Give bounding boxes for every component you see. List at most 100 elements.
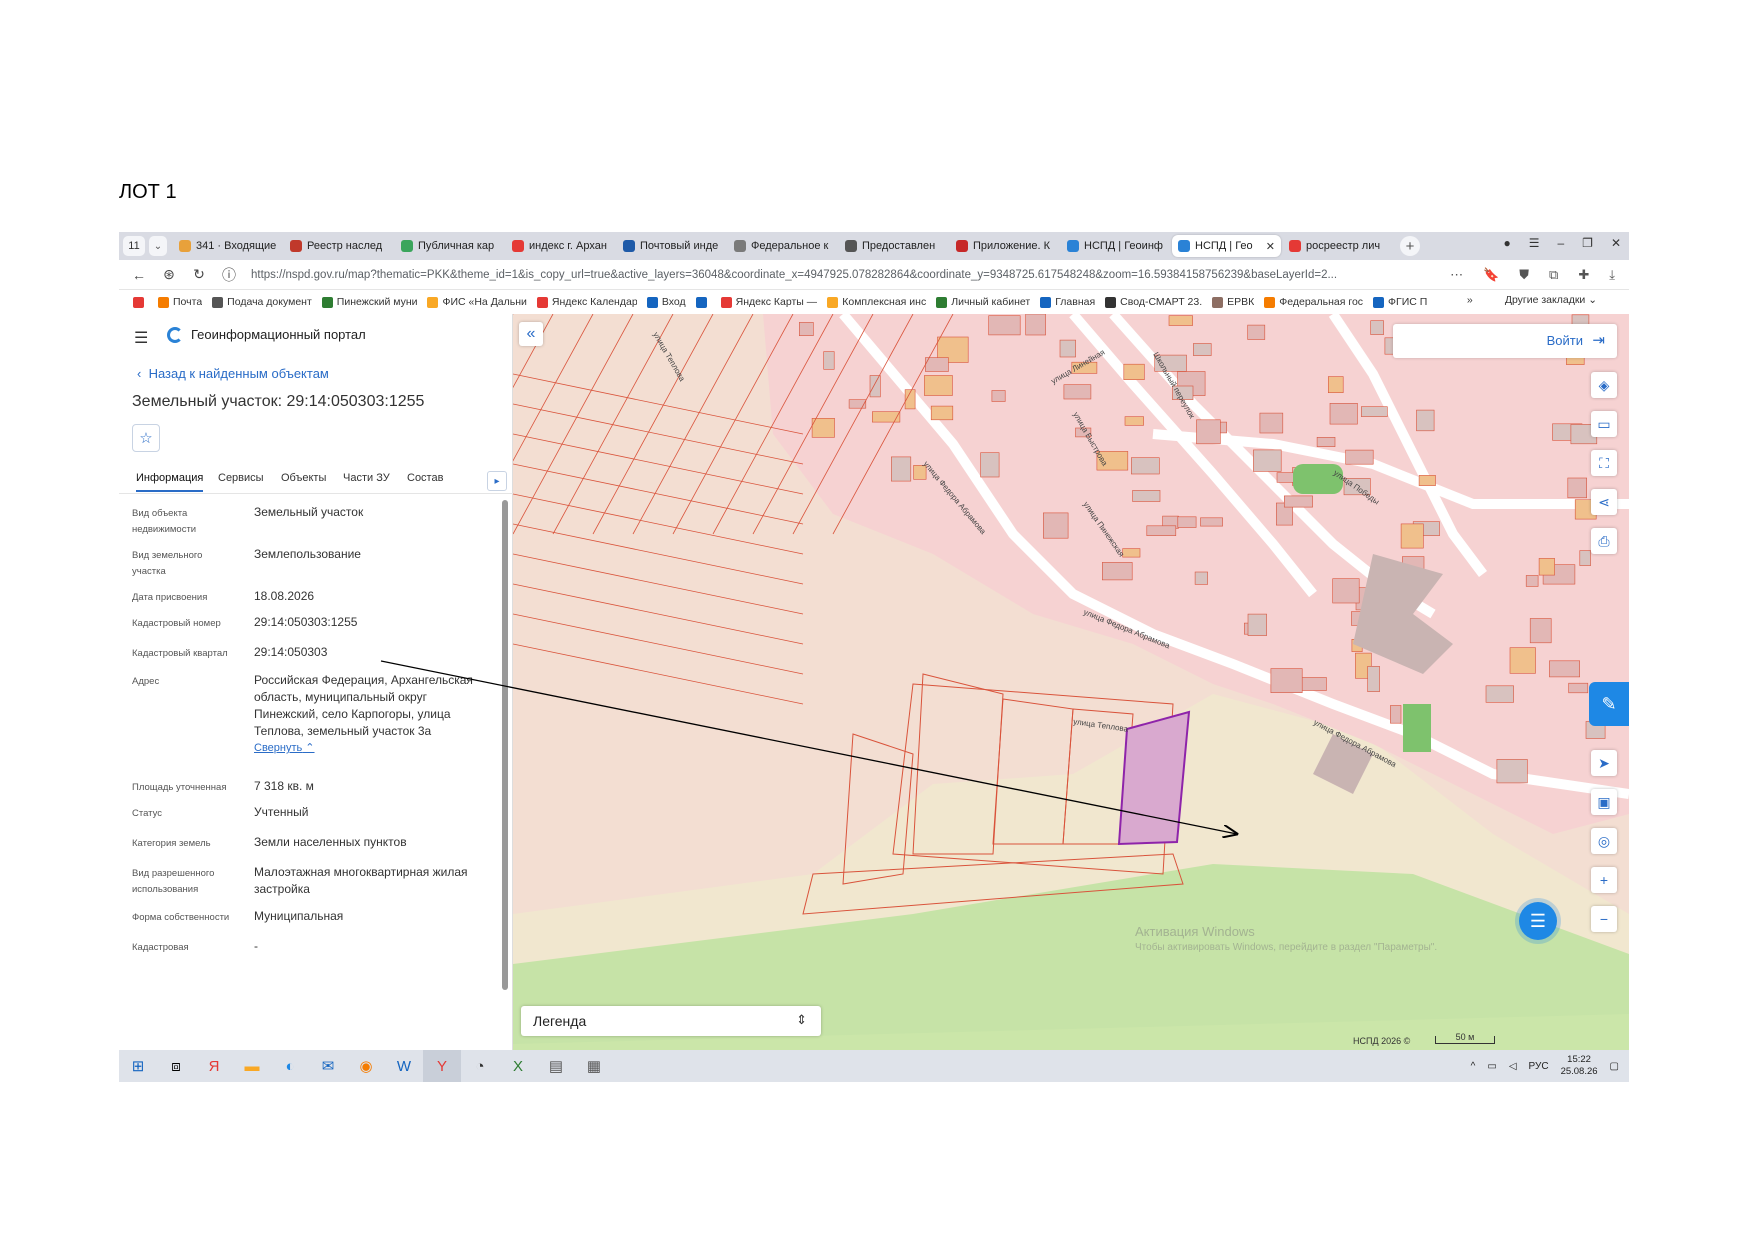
bookmark-item[interactable] (695, 296, 711, 308)
browser-tab[interactable]: НСПД | Геоинф (1061, 235, 1170, 257)
bookmark-item[interactable]: Личный кабинет (936, 296, 1030, 308)
puzzle-icon[interactable]: ✚ (1578, 267, 1589, 283)
yandex-browser-icon[interactable]: Y (423, 1050, 461, 1082)
chat-icon[interactable]: ☰ (1519, 902, 1557, 940)
login-icon[interactable]: ⇥ (1592, 331, 1605, 349)
yandex-icon[interactable]: Я (195, 1050, 233, 1082)
notifications-icon[interactable]: ▢ (1610, 1061, 1619, 1072)
bookmark-item[interactable]: Федеральная гос (1264, 296, 1363, 308)
tab-objects[interactable]: Объекты (281, 472, 326, 484)
tab-close-icon[interactable]: ✕ (1266, 240, 1275, 253)
login-box[interactable]: Войти ⇥ (1393, 324, 1617, 358)
bookmark-item[interactable]: ФГИС П (1373, 296, 1427, 308)
bookmark-item[interactable]: ЕРВК (1212, 296, 1254, 308)
chevron-updown-icon[interactable]: ⇕ (796, 1012, 807, 1028)
layers-icon[interactable]: ◈ (1591, 372, 1617, 398)
word-icon[interactable]: W (385, 1050, 423, 1082)
cadastral-map[interactable]: улица Тепловаулица Федора Абрамоваулица … (513, 314, 1629, 1050)
bookmark-item[interactable]: Главная (1040, 296, 1095, 308)
edge-icon[interactable]: ◐ (271, 1050, 309, 1082)
tray-chevron-icon[interactable]: ^ (1471, 1061, 1476, 1072)
browser-tab[interactable]: Федеральное к (728, 235, 837, 257)
mail-icon[interactable]: ✉ (309, 1050, 347, 1082)
minimap-icon[interactable]: ▣ (1591, 789, 1617, 815)
url-field[interactable]: https://nspd.gov.ru/map?thematic=PKK&the… (251, 269, 1401, 281)
more-icon[interactable]: ⋯ (1450, 267, 1463, 283)
browser-tab[interactable]: НСПД | Гео ✕ (1172, 235, 1281, 257)
file-explorer-icon[interactable]: ▬ (233, 1050, 271, 1082)
app-icon[interactable]: ◔ (461, 1050, 499, 1082)
tab-list-dropdown-icon[interactable]: ⌄ (149, 236, 167, 256)
clock[interactable]: 15:22 25.08.26 (1561, 1054, 1598, 1078)
bookmark-item[interactable]: Подача документ (212, 296, 312, 308)
back-arrow-icon[interactable]: ← (131, 267, 147, 283)
task-view-icon[interactable]: ⧈ (157, 1050, 195, 1082)
panel-scrollbar[interactable] (501, 492, 509, 1048)
share-icon[interactable]: ⋖ (1591, 489, 1617, 515)
bookmark-item[interactable] (133, 296, 148, 308)
close-window-icon[interactable]: ✕ (1611, 236, 1621, 250)
bookmarks-more[interactable]: » (1467, 294, 1473, 306)
browser-tab[interactable]: 341 · Входящие (173, 235, 282, 257)
other-bookmarks-label[interactable]: Другие закладки (1505, 294, 1585, 306)
geolocation-icon[interactable]: ◎ (1591, 828, 1617, 854)
document-icon[interactable]: ▤ (537, 1050, 575, 1082)
minimize-icon[interactable]: – (1557, 236, 1564, 250)
favorite-star-icon[interactable]: ☆ (132, 424, 160, 452)
collapse-address-link[interactable]: Свернуть ⌃ (254, 740, 474, 757)
bookmark-item[interactable]: Яндекс Календар (536, 296, 637, 308)
chevron-up-icon[interactable]: ⌃ (302, 742, 314, 754)
extension-icon[interactable]: ⧉ (1549, 267, 1558, 283)
tab-info[interactable]: Информация (136, 472, 204, 492)
tab-count-badge[interactable]: 11 (123, 236, 145, 256)
bookmark-item[interactable]: Почта (158, 296, 202, 308)
excel-icon[interactable]: X (499, 1050, 537, 1082)
browser-tab[interactable]: росреестр лич (1283, 235, 1392, 257)
browser-tab[interactable]: Почтовый инде (617, 235, 726, 257)
restore-icon[interactable]: ❐ (1582, 236, 1593, 250)
browser-tab[interactable]: Предоставлен (839, 235, 948, 257)
firefox-icon[interactable]: ◉ (347, 1050, 385, 1082)
reload-icon[interactable]: ↻ (191, 266, 207, 283)
tab-parts[interactable]: Части ЗУ (343, 472, 390, 484)
image-viewer-icon[interactable]: ▦ (575, 1050, 613, 1082)
bookmark-icon[interactable]: 🔖 (1483, 267, 1499, 283)
browser-tab[interactable]: Реестр наслед (284, 235, 393, 257)
language-indicator[interactable]: РУС (1529, 1061, 1549, 1072)
bookmark-item[interactable]: Пинежский муни (321, 296, 417, 308)
locate-icon[interactable]: ➤ (1591, 750, 1617, 776)
bookmark-item[interactable]: Комплексная инс (827, 296, 926, 308)
zoom-in-icon[interactable]: + (1591, 867, 1617, 893)
legend-dropdown[interactable]: Легенда ⇕ (521, 1006, 821, 1036)
browser-tab[interactable]: Публичная кар (395, 235, 504, 257)
map-view[interactable]: улица Теплова улица Федора Абрамова улица … (513, 314, 1629, 1050)
volume-icon[interactable]: ◁ (1509, 1061, 1517, 1072)
browser-tab[interactable]: индекс г. Архан (506, 235, 615, 257)
zoom-out-icon[interactable]: − (1591, 906, 1617, 932)
ruler-icon[interactable]: ▭ (1591, 411, 1617, 437)
hamburger-menu-icon[interactable]: ☰ (134, 328, 148, 348)
print-icon[interactable]: ⎙ (1591, 528, 1617, 554)
select-area-icon[interactable]: ⛶ (1591, 450, 1617, 476)
profile-icon[interactable]: ● (1503, 236, 1510, 250)
browser-tab[interactable]: Приложение. К (950, 235, 1059, 257)
bookmark-item[interactable]: Яндекс Карты — (720, 296, 817, 308)
new-tab-button[interactable]: + (1400, 236, 1420, 256)
network-icon[interactable]: ▭ (1487, 1061, 1496, 1072)
back-to-results-link[interactable]: ‹ Назад к найденным объектам (137, 366, 329, 381)
back-link-label[interactable]: Назад к найденным объектам (149, 366, 329, 381)
shield-icon[interactable]: ⛊ (1519, 267, 1529, 283)
login-button[interactable]: Войти (1547, 333, 1583, 348)
site-info-icon[interactable]: ⓘ (221, 265, 237, 285)
bookmark-item[interactable]: Вход (646, 296, 686, 308)
menu-icon[interactable]: ☰ (1529, 236, 1540, 250)
bookmark-item[interactable]: Свод-СМАРТ 23. (1105, 296, 1202, 308)
tab-services[interactable]: Сервисы (218, 472, 264, 484)
assistant-icon[interactable]: ✎ (1589, 682, 1629, 726)
legend-label[interactable]: Легенда (533, 1013, 586, 1029)
scroll-thumb[interactable] (502, 500, 508, 990)
other-bookmarks[interactable]: » Другие закладки ⌄ (1467, 294, 1597, 306)
bookmark-item[interactable]: ФИС «На Дальни (427, 296, 527, 308)
collapse-link-label[interactable]: Свернуть (254, 742, 302, 754)
yandex-home-icon[interactable]: ⊛ (161, 266, 177, 283)
